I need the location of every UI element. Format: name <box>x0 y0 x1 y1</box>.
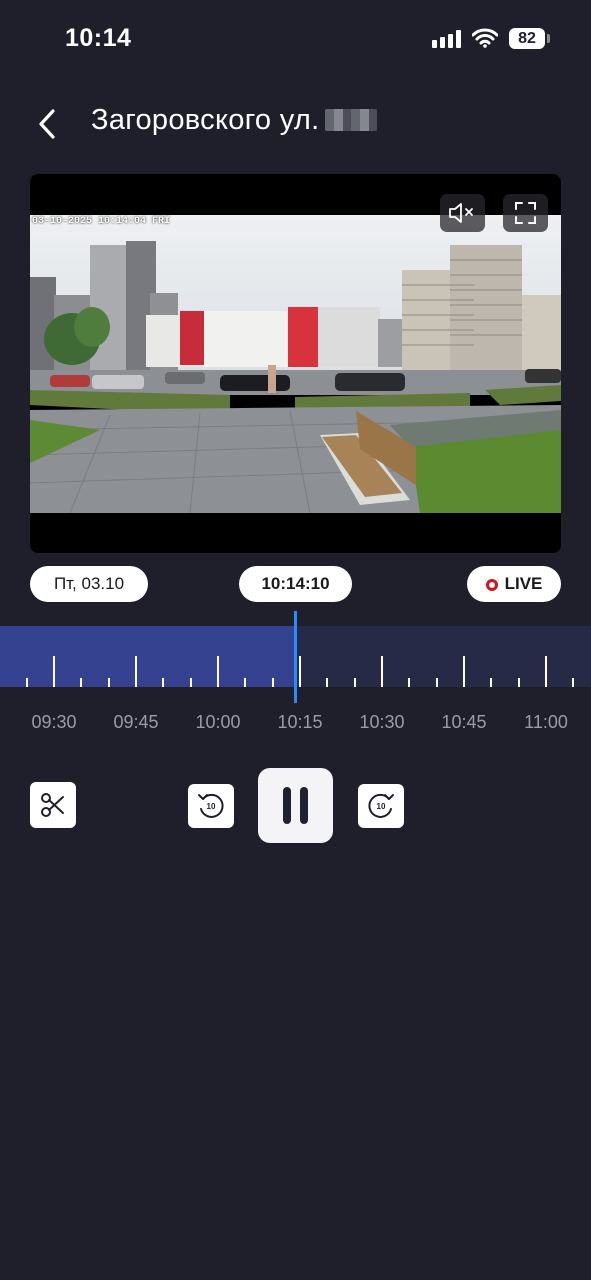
timeline-time-label: 10:30 <box>359 712 405 732</box>
timeline-time-label: 09:30 <box>31 712 77 732</box>
timeline-minor-tick <box>435 678 438 687</box>
timeline-major-tick <box>217 656 219 687</box>
speaker-muted-icon <box>449 203 473 223</box>
live-button[interactable]: LIVE <box>467 566 561 602</box>
timeline-minor-tick <box>244 678 247 687</box>
page-title: Загоровского ул. <box>91 104 378 137</box>
timeline-minor-tick <box>326 678 329 687</box>
rewind-seconds-label: 10 <box>207 802 216 811</box>
timeline-minor-tick <box>408 678 411 687</box>
timeline-minor-tick <box>517 678 520 687</box>
timeline-major-tick <box>53 656 55 687</box>
timeline-minor-tick <box>107 678 110 687</box>
blurred-house-number <box>325 109 378 131</box>
timeline-minor-tick <box>80 678 83 687</box>
camera-video-player[interactable]: 03-10-2025 10:14:04 FRI <box>30 174 561 553</box>
rewind-10-icon: 10 <box>198 793 224 818</box>
forward-seconds-label: 10 <box>377 802 386 811</box>
timeline-time-label: 10:00 <box>195 712 241 732</box>
timeline-minor-tick <box>271 678 274 687</box>
fullscreen-button[interactable] <box>503 194 548 232</box>
battery-tip <box>547 34 550 43</box>
status-time: 10:14 <box>65 24 132 52</box>
video-timestamp-overlay: 03-10-2025 10:14:04 FRI <box>32 216 171 227</box>
mute-button[interactable] <box>440 194 485 232</box>
timeline-time-label: 10:45 <box>441 712 487 732</box>
timeline-minor-tick <box>189 678 192 687</box>
pause-icon <box>283 787 291 824</box>
forward-10-icon: 10 <box>368 793 394 818</box>
timeline-major-tick <box>299 656 301 687</box>
timeline-major-tick <box>463 656 465 687</box>
live-label: LIVE <box>504 574 543 593</box>
battery-indicator: 82 <box>509 28 545 49</box>
rewind-10-button[interactable]: 10 <box>188 784 234 828</box>
timeline-major-tick <box>545 656 547 687</box>
timeline-time-label: 10:15 <box>277 712 323 732</box>
wifi-icon <box>472 28 498 48</box>
date-chip[interactable]: Пт, 03.10 <box>30 566 148 602</box>
timeline-minor-tick <box>25 678 28 687</box>
scissors-icon <box>41 793 64 817</box>
current-time-chip: 10:14:10 <box>239 566 352 602</box>
timeline-minor-tick <box>572 678 575 687</box>
recorded-range <box>0 626 296 687</box>
timeline-minor-tick <box>353 678 356 687</box>
timeline-minor-tick <box>490 678 493 687</box>
playhead-cursor[interactable] <box>294 611 297 703</box>
fullscreen-icon <box>515 202 536 224</box>
timeline-minor-tick <box>162 678 165 687</box>
back-chevron-icon[interactable] <box>34 108 60 140</box>
forward-10-button[interactable]: 10 <box>358 784 404 828</box>
pause-icon-bar <box>300 787 308 824</box>
cellular-signal-icon <box>432 30 462 48</box>
timeline-major-tick <box>135 656 137 687</box>
camera-feed: 03-10-2025 10:14:04 FRI <box>30 215 561 513</box>
timeline-time-label: 11:00 <box>524 712 568 732</box>
pause-button[interactable] <box>258 768 333 843</box>
timeline-major-tick <box>381 656 383 687</box>
live-record-icon <box>485 579 498 591</box>
timeline-time-label: 09:45 <box>113 712 159 732</box>
clip-button[interactable] <box>30 782 76 828</box>
